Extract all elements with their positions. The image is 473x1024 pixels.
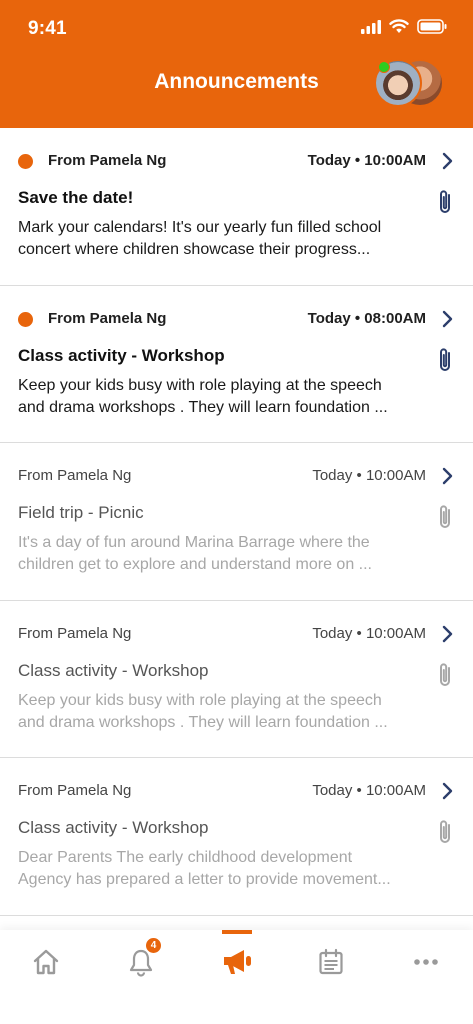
announcement-preview: Keep your kids busy with role playing at… [18, 690, 428, 734]
unread-indicator [18, 311, 33, 327]
attachment-icon[interactable] [436, 818, 454, 846]
announcement-list: From Pamela Ng Today • 10:00AM Save the da… [0, 128, 473, 916]
preview-line: Dear Parents The early childhood develop… [18, 849, 353, 866]
announcement-title: Class activity - Workshop [18, 660, 209, 680]
home-icon [33, 949, 59, 975]
announcement-card[interactable]: From Pamela Ng Today • 10:00AM Class activ… [0, 600, 473, 758]
announcement-preview: Mark your calendars! It's our yearly fun… [18, 217, 428, 261]
chevron-right-icon[interactable] [441, 624, 455, 644]
preview-line: and drama workshops . They will learn fo… [18, 398, 388, 416]
chevron-right-icon[interactable] [441, 151, 455, 171]
profile-avatars[interactable] [374, 57, 446, 109]
announcement-time: Today • 10:00AM [312, 467, 426, 484]
attachment-icon[interactable] [436, 188, 454, 216]
status-icons [361, 19, 447, 34]
preview-line: Keep your kids busy with role playing at… [18, 691, 382, 709]
attachment-icon[interactable] [436, 661, 454, 689]
chevron-right-icon[interactable] [441, 466, 455, 486]
announcement-title: Class activity - Workshop [18, 818, 209, 837]
announcement-title: Save the date! [18, 188, 134, 207]
tab-home[interactable] [26, 942, 66, 982]
announcement-preview: Keep your kids busy with role playing at… [18, 375, 428, 419]
announcement-sender: From Pamela Ng [18, 467, 132, 484]
announcement-card[interactable]: From Pamela Ng Today • 08:00AM Class activ… [0, 285, 473, 443]
preview-line: Mark your calendars! It's our yearly fun… [18, 219, 382, 236]
calendar-icon [319, 948, 343, 975]
active-tab-indicator [222, 930, 252, 934]
announcement-time: Today • 10:00AM [307, 152, 426, 169]
announcement-time: Today • 10:00AM [312, 782, 426, 799]
unread-indicator [18, 154, 33, 169]
preview-line: concert where children showcase their pr… [18, 241, 371, 258]
preview-line: children get to explore and understand m… [18, 556, 372, 573]
tab-more[interactable] [406, 942, 446, 982]
preview-line: Keep your kids busy with role playing at… [18, 376, 382, 394]
bottom-tab-bar: 4 [0, 930, 473, 1024]
wifi-icon [389, 19, 409, 33]
chevron-right-icon[interactable] [441, 781, 455, 801]
announcement-sender: From Pamela Ng [18, 782, 132, 799]
announcement-card[interactable]: From Pamela Ng Today • 10:00AM Save the da… [0, 128, 473, 286]
more-icon [414, 959, 438, 965]
battery-icon [417, 19, 447, 34]
announcement-sender: From Pamela Ng [48, 152, 167, 169]
preview-line: It's a day of fun around Marina Barrage … [18, 534, 370, 551]
announcement-title: Class activity - Workshop [18, 345, 225, 365]
preview-line: and drama workshops . They will learn fo… [18, 713, 388, 731]
announcement-preview: Dear Parents The early childhood develop… [18, 847, 428, 891]
attachment-icon[interactable] [436, 346, 454, 374]
announcement-preview: It's a day of fun around Marina Barrage … [18, 532, 428, 576]
status-bar: 9:41 [0, 0, 473, 58]
app-header: 9:41 Announcements [0, 0, 473, 128]
announcement-sender: From Pamela Ng [18, 624, 132, 642]
announcement-card[interactable]: From Pamela Ng Today • 10:00AM Field trip … [0, 443, 473, 601]
chevron-right-icon[interactable] [441, 309, 455, 329]
tab-notifications[interactable]: 4 [121, 938, 161, 982]
notifications-badge: 4 [146, 938, 161, 953]
online-status-dot [378, 61, 390, 73]
announcement-time: Today • 10:00AM [312, 624, 426, 642]
tab-announcements[interactable] [217, 942, 257, 982]
tab-calendar[interactable] [311, 942, 351, 982]
preview-line: Agency has prepared a letter to provide … [18, 871, 391, 888]
attachment-icon[interactable] [436, 503, 454, 531]
announcement-title: Field trip - Picnic [18, 503, 144, 522]
megaphone-icon [224, 950, 251, 974]
status-time: 9:41 [28, 18, 67, 39]
announcement-card[interactable]: From Pamela Ng Today • 10:00AM Class activ… [0, 758, 473, 916]
announcement-sender: From Pamela Ng [48, 309, 167, 327]
signal-icon [361, 19, 381, 34]
announcement-time: Today • 08:00AM [307, 309, 426, 327]
